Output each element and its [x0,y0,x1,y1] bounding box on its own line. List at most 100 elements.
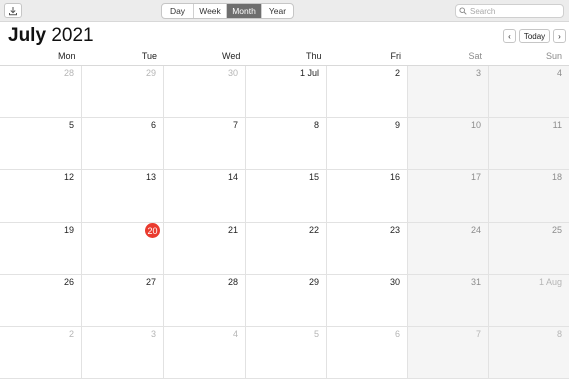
weekday-header: Mon Tue Wed Thu Fri Sat Sun [0,49,569,66]
day-cell[interactable]: 22 [246,223,327,275]
date-number: 29 [145,68,156,78]
day-cell[interactable]: 3 [82,327,164,379]
year-number: 2021 [51,25,94,46]
day-cell[interactable]: 5 [246,327,327,379]
date-number: 9 [394,120,400,130]
day-cell[interactable]: 29 [246,275,327,327]
day-cell[interactable]: 18 [489,170,569,223]
day-cell[interactable]: 30 [327,275,408,327]
today-date-number: 20 [145,223,160,238]
date-number: 1 Aug [538,277,562,287]
next-month-button[interactable]: › [553,29,566,43]
weekday-thu: Thu [306,51,322,61]
magnifier-icon [459,7,467,15]
date-number: 26 [63,277,74,287]
date-number: 28 [63,68,74,78]
today-button[interactable]: Today [519,29,550,43]
day-cell[interactable]: 6 [82,118,164,170]
date-number: 3 [150,329,156,339]
month-title: July 2021 [8,25,94,47]
day-cell[interactable]: 13 [82,170,164,223]
weekday-fri: Fri [390,51,402,61]
date-number: 24 [470,225,481,235]
day-cell[interactable]: 14 [164,170,246,223]
date-number: 22 [308,225,319,235]
day-cell[interactable]: 24 [408,223,489,275]
tab-month[interactable]: Month [227,4,262,18]
day-cell[interactable]: 15 [246,170,327,223]
day-cell[interactable]: 2 [0,327,82,379]
chevron-left-icon: ‹ [508,31,511,41]
date-number: 17 [470,172,481,182]
day-cell[interactable]: 10 [408,118,489,170]
tab-year[interactable]: Year [262,4,293,18]
day-cell[interactable]: 26 [0,275,82,327]
day-cell[interactable]: 3 [408,66,489,118]
day-cell[interactable]: 11 [489,118,569,170]
download-icon [9,6,17,15]
date-number: 28 [227,277,238,287]
date-number: 2 [394,68,400,78]
day-cell-today[interactable]: 20 [82,223,164,275]
day-cell[interactable]: 23 [327,223,408,275]
date-number: 21 [227,225,238,235]
day-cell[interactable]: 7 [408,327,489,379]
day-cell[interactable]: 29 [82,66,164,118]
previous-month-button[interactable]: ‹ [503,29,516,43]
day-cell[interactable]: 8 [489,327,569,379]
chevron-right-icon: › [558,31,561,41]
search-input[interactable] [470,6,562,16]
day-cell[interactable]: 4 [489,66,569,118]
date-number: 13 [145,172,156,182]
view-switcher: Day Week Month Year [161,3,294,19]
day-cell[interactable]: 5 [0,118,82,170]
day-cell[interactable]: 28 [0,66,82,118]
day-cell[interactable]: 2 [327,66,408,118]
day-cell[interactable]: 9 [327,118,408,170]
date-number: 30 [389,277,400,287]
date-number: 7 [475,329,481,339]
day-cell[interactable]: 1 Aug [489,275,569,327]
tab-week[interactable]: Week [194,4,227,18]
date-number: 18 [551,172,562,182]
date-navigation: ‹ Today › [503,29,566,43]
date-number: 8 [556,329,562,339]
day-cell[interactable]: 1 Jul [246,66,327,118]
day-cell[interactable]: 21 [164,223,246,275]
weekday-wed: Wed [222,51,241,61]
day-cell[interactable]: 4 [164,327,246,379]
day-cell[interactable]: 28 [164,275,246,327]
import-button[interactable] [4,3,22,18]
tab-day[interactable]: Day [162,4,194,18]
day-cell[interactable]: 17 [408,170,489,223]
search-box[interactable] [455,4,564,18]
day-cell[interactable]: 12 [0,170,82,223]
date-number: 30 [227,68,238,78]
day-cell[interactable]: 25 [489,223,569,275]
weekday-sun: Sun [545,51,562,61]
date-number: 12 [63,172,74,182]
date-number: 8 [313,120,319,130]
date-number: 3 [475,68,481,78]
date-number: 19 [63,225,74,235]
date-number: 1 Jul [299,68,319,78]
day-cell[interactable]: 8 [246,118,327,170]
day-cell[interactable]: 30 [164,66,246,118]
month-name: July [8,25,47,46]
day-cell[interactable]: 16 [327,170,408,223]
date-number: 16 [389,172,400,182]
day-cell[interactable]: 7 [164,118,246,170]
date-number: 14 [227,172,238,182]
day-cell[interactable]: 27 [82,275,164,327]
date-number: 4 [232,329,238,339]
date-number: 6 [150,120,156,130]
day-cell[interactable]: 31 [408,275,489,327]
weekday-tue: Tue [141,51,157,61]
day-cell[interactable]: 19 [0,223,82,275]
date-number: 15 [308,172,319,182]
day-cell[interactable]: 6 [327,327,408,379]
date-number: 2 [68,329,74,339]
date-number: 23 [389,225,400,235]
date-number: 5 [68,120,74,130]
date-number: 6 [394,329,400,339]
